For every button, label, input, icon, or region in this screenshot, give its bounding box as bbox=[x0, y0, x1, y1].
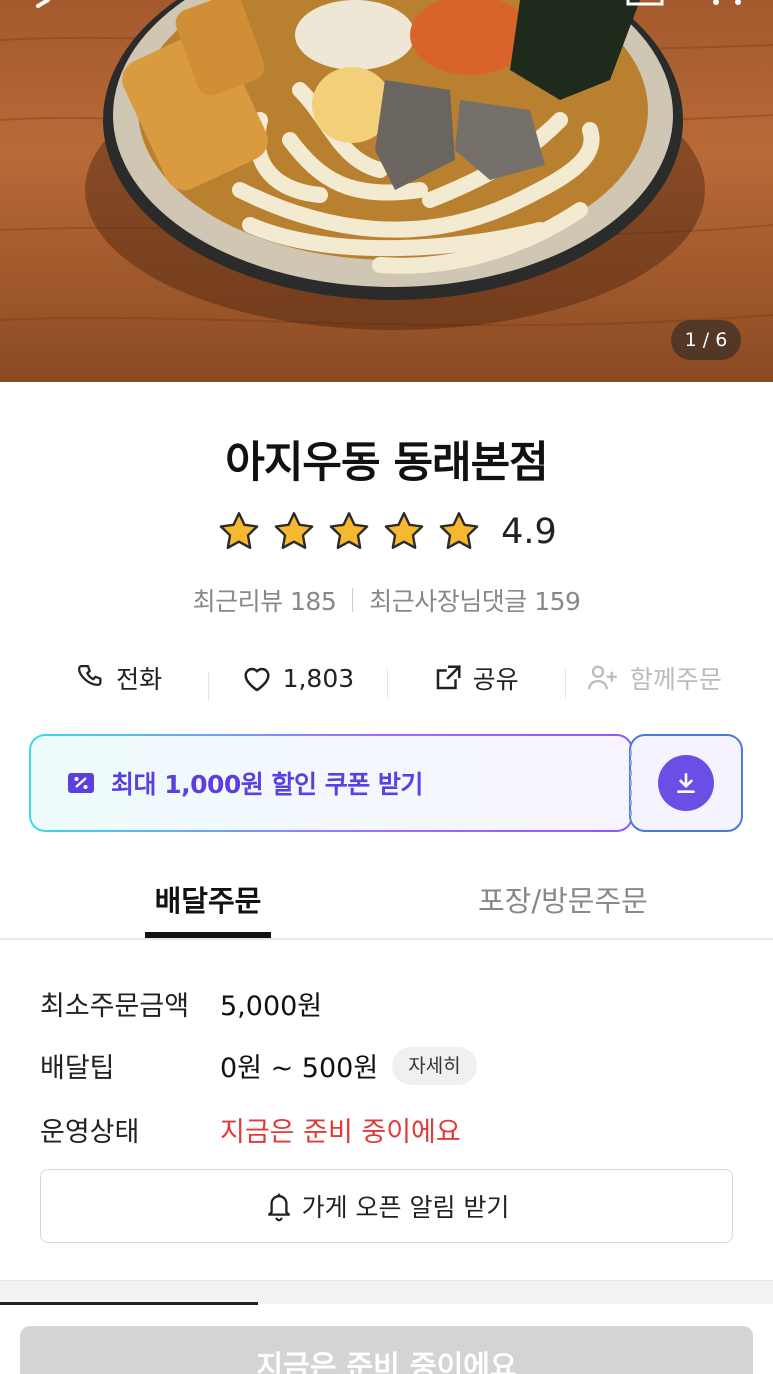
share-label: 공유 bbox=[472, 665, 519, 694]
delivery-tip-row: 배달팁 0원 ~ 500원 자세히 bbox=[40, 1046, 477, 1085]
coupon-divider bbox=[630, 750, 632, 816]
like-button[interactable]: 1,803 bbox=[208, 663, 386, 701]
open-notification-button[interactable]: 가게 오픈 알림 받기 bbox=[40, 1169, 733, 1243]
delivery-tip-label: 배달팁 bbox=[40, 1053, 115, 1084]
status-value: 지금은 준비 중이에요 bbox=[220, 1117, 461, 1148]
active-tab-indicator bbox=[145, 932, 271, 938]
star-icon bbox=[439, 512, 479, 549]
share-icon bbox=[436, 664, 461, 690]
delivery-tip-details-button[interactable]: 자세히 bbox=[392, 1046, 477, 1085]
coupon-banner[interactable]: 최대 1,000원 할인 쿠폰 받기 bbox=[29, 734, 633, 832]
bell-icon bbox=[267, 1193, 290, 1222]
review-counts: 최근리뷰 185 최근사장님댓글 159 bbox=[0, 582, 773, 618]
image-counter: 1 / 6 bbox=[671, 320, 741, 360]
call-label: 전화 bbox=[116, 665, 163, 694]
store-actions: 전화 1,803 공유 함께주문 bbox=[30, 654, 743, 702]
group-order-button[interactable]: 함께주문 bbox=[564, 660, 743, 698]
star-icon bbox=[274, 512, 314, 549]
status-label: 운영상태 bbox=[40, 1117, 140, 1148]
status-row: 운영상태 지금은 준비 중이에요 bbox=[40, 1110, 461, 1149]
group-order-label: 함께주문 bbox=[629, 665, 722, 694]
coupon-download-button[interactable] bbox=[629, 734, 743, 832]
coupon-label: 최대 1,000원 할인 쿠폰 받기 bbox=[111, 770, 423, 799]
download-circle bbox=[658, 755, 714, 811]
download-icon bbox=[677, 773, 695, 793]
phone-icon bbox=[78, 665, 102, 686]
delivery-tip-value: 0원 ~ 500원 bbox=[220, 1053, 379, 1084]
star-icon bbox=[384, 512, 424, 549]
star-icon bbox=[329, 512, 369, 549]
like-count: 1,803 bbox=[282, 663, 355, 693]
min-order-row: 최소주문금액 5,000원 bbox=[40, 984, 322, 1023]
tab-delivery[interactable]: 배달주문 bbox=[145, 878, 271, 920]
tab-pickup[interactable]: 포장/방문주문 bbox=[478, 878, 648, 920]
call-button[interactable]: 전화 bbox=[30, 660, 208, 696]
share-button[interactable]: 공유 bbox=[386, 660, 565, 698]
store-name: 아지우동 동래본점 bbox=[225, 438, 548, 488]
heart-icon bbox=[243, 667, 270, 692]
owner-replies-link[interactable]: 최근사장님댓글 159 bbox=[369, 582, 581, 618]
add-person-icon bbox=[587, 665, 617, 690]
order-type-tabs: 배달주문 포장/방문주문 bbox=[0, 862, 773, 940]
min-order-label: 최소주문금액 bbox=[40, 991, 190, 1022]
udon-bowl-illustration bbox=[0, 0, 773, 330]
store-photo[interactable]: 1 / 6 bbox=[0, 0, 773, 382]
star-icon bbox=[219, 512, 259, 549]
section-divider bbox=[0, 1280, 773, 1304]
recent-reviews-link[interactable]: 최근리뷰 185 bbox=[193, 582, 337, 618]
min-order-value: 5,000원 bbox=[220, 991, 323, 1022]
coupon-icon bbox=[68, 773, 94, 793]
rating-row[interactable]: 4.9 bbox=[0, 510, 773, 554]
rating-value: 4.9 bbox=[501, 512, 557, 552]
divider bbox=[352, 588, 354, 612]
notify-label: 가게 오픈 알림 받기 bbox=[301, 1193, 510, 1222]
order-cta-button[interactable]: 지금은 준비 중이에요 bbox=[20, 1326, 753, 1374]
scroll-progress bbox=[0, 1302, 258, 1305]
